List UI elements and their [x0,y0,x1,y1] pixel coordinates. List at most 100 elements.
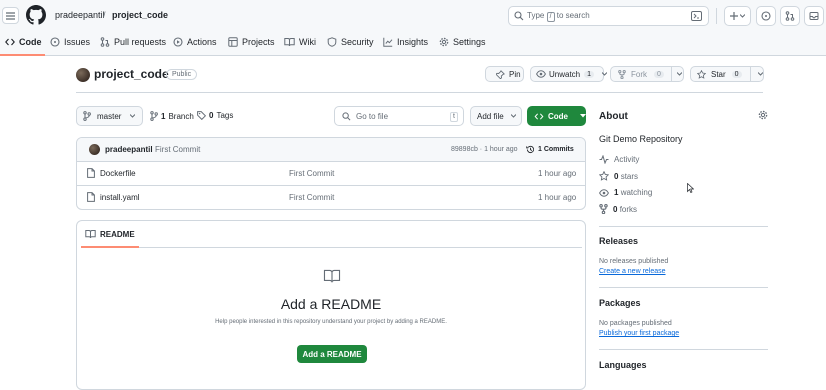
file-name[interactable]: install.yaml [100,193,140,202]
watching-text: 1 watching [614,188,652,197]
file-row[interactable]: install.yaml First Commit 1 hour ago [77,186,585,209]
branch-icon [83,111,91,121]
command-palette-icon[interactable] [691,11,702,21]
add-readme-button[interactable]: Add a README [297,345,367,363]
create-new-button[interactable] [724,6,751,26]
search-placeholder-suffix: to search [556,11,590,20]
history-icon [526,145,535,154]
languages-heading: Languages [599,360,647,370]
file-commit-message[interactable]: First Commit [289,193,334,202]
plus-icon [730,12,738,20]
tab-security-label: Security [341,37,374,47]
publish-package-link[interactable]: Publish your first package [599,330,679,337]
stars-link[interactable]: 0 stars [599,171,638,181]
chevron-down-icon[interactable] [676,72,682,76]
releases-empty-text: No releases published [599,258,669,265]
stars-label: stars [620,171,639,181]
commit-author[interactable]: pradeepantil [105,145,153,154]
star-count: 0 [731,70,742,78]
tab-pull-requests[interactable]: Pull requests [100,37,166,47]
code-button[interactable]: Code [527,106,586,126]
author-avatar[interactable] [89,144,100,155]
code-icon [5,37,15,47]
activity-link[interactable]: Activity [599,155,639,164]
forks-text: 0 forks [613,205,637,214]
hamburger-icon [6,11,15,20]
menu-button[interactable] [2,7,19,24]
forks-link[interactable]: 0 forks [599,204,637,214]
gear-icon[interactable] [758,110,768,120]
visibility-badge: Public [166,69,198,80]
latest-commit-row: pradeepantil First Commit 89898cb · 1 ho… [77,138,585,162]
create-release-link[interactable]: Create a new release [599,268,666,275]
packages-heading[interactable]: Packages [599,298,641,308]
add-file-button[interactable]: Add file [470,106,522,126]
github-logo-icon[interactable] [26,5,46,25]
file-row[interactable]: Dockerfile First Commit 1 hour ago [77,162,585,186]
code-button-label: Code [548,111,568,121]
tab-wiki-label: Wiki [299,37,316,47]
branches-link[interactable]: 1 Branch [150,111,194,121]
fork-button[interactable]: Fork 0 [610,66,684,82]
button-divider [670,66,672,82]
file-commit-message[interactable]: First Commit [289,169,334,178]
star-icon [599,171,609,181]
commits-link[interactable]: 1 Commits [526,145,574,154]
tab-actions[interactable]: Actions [173,37,217,47]
tab-issues[interactable]: Issues [50,37,90,47]
table-icon [228,37,238,47]
search-input[interactable]: Type / to search [508,6,709,26]
pull-request-icon [100,37,110,47]
commit-message[interactable]: First Commit [155,145,200,154]
star-label: Star [711,69,726,79]
tab-actions-label: Actions [187,37,217,47]
watch-count: 1 [584,70,595,78]
add-file-label: Add file [477,111,504,121]
tab-settings-label: Settings [453,37,486,47]
chevron-down-icon[interactable] [602,72,608,76]
fork-label: Fork [631,69,647,79]
tab-wiki[interactable]: Wiki [284,37,316,47]
branch-selector[interactable]: master [76,106,143,126]
button-divider [749,66,751,82]
commits-count: 1 Commits [538,146,574,153]
readme-tab-indicator [81,246,139,248]
file-name[interactable]: Dockerfile [100,169,136,178]
fork-count: 0 [654,70,664,78]
tab-projects-label: Projects [242,37,275,47]
inbox-button[interactable] [804,6,824,26]
active-tab-indicator [0,54,45,56]
pulse-icon [599,155,609,164]
owner-avatar[interactable] [76,68,90,82]
search-shortcut-key: / [546,12,555,22]
pin-button[interactable]: Pin [485,66,524,82]
readme-tab[interactable]: README [85,229,135,239]
sidebar-divider [599,349,768,350]
pull-requests-button[interactable] [780,6,800,26]
play-icon [173,37,183,47]
breadcrumb-owner[interactable]: pradeepantil [55,10,105,20]
tab-security[interactable]: Security [327,37,374,47]
breadcrumb-repo[interactable]: project_code [112,10,168,20]
issues-button[interactable] [756,6,776,26]
tab-code[interactable]: Code [5,37,42,47]
commit-meta[interactable]: 89898cb · 1 hour ago [451,146,518,153]
tags-link[interactable]: 0 Tags [197,111,233,120]
pin-label: Pin [509,69,521,79]
go-to-file-shortcut: t [450,112,458,122]
releases-heading[interactable]: Releases [599,236,638,246]
readme-panel: README Add a README Help people interest… [76,220,586,390]
stars-count: 0 [614,171,619,181]
breadcrumb-separator: / [103,10,106,20]
star-button[interactable]: Star 0 [690,66,764,82]
readme-heading: Add a README [280,296,382,312]
fork-icon [618,69,626,79]
unwatch-button[interactable]: Unwatch 1 [530,66,608,82]
tab-projects[interactable]: Projects [228,37,275,47]
tab-settings[interactable]: Settings [439,37,486,47]
go-to-file-input[interactable]: Go to file t [334,106,464,126]
chevron-down-icon[interactable] [757,72,763,76]
repo-title[interactable]: project_code [94,67,169,81]
tab-insights[interactable]: Insights [383,37,428,47]
watching-link[interactable]: 1 watching [599,188,652,197]
